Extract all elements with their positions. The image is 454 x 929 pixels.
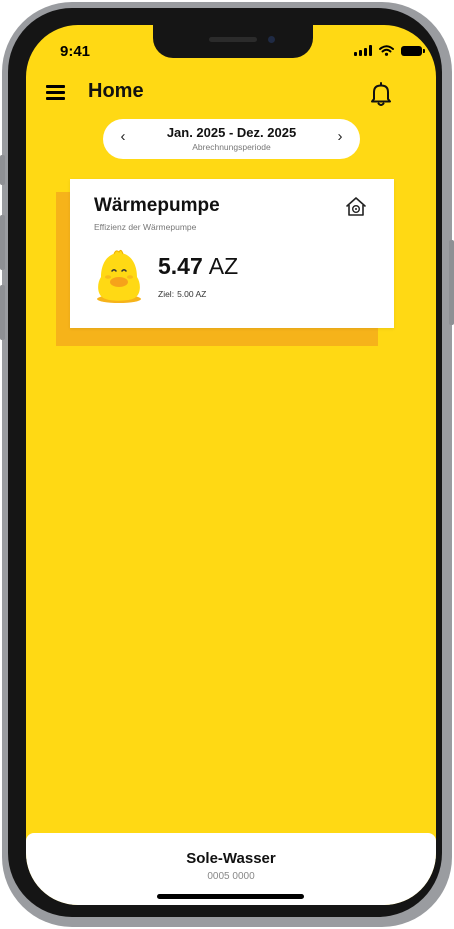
phone-silent-switch: [0, 155, 5, 185]
bottom-device-panel[interactable]: Sole-Wasser 0005 0000: [26, 833, 436, 905]
phone-power-button: [449, 240, 454, 325]
card-subtitle: Effizienz der Wärmepumpe: [94, 222, 197, 232]
battery-icon: [401, 45, 425, 56]
status-icons: [354, 45, 425, 56]
hamburger-menu-icon[interactable]: [46, 85, 66, 100]
efficiency-unit: AZ: [208, 253, 239, 279]
period-range: Jan. 2025 - Dez. 2025: [166, 125, 297, 140]
signal-icon: [354, 45, 372, 56]
efficiency-value: 5.47 AZ: [158, 253, 238, 280]
period-label: Abrechnungsperiode: [192, 142, 271, 152]
notch: [153, 25, 313, 58]
phone-volume-up: [0, 215, 5, 270]
period-selector: ‹ Jan. 2025 - Dez. 2025 Abrechnungsperio…: [103, 119, 360, 159]
heat-pump-card[interactable]: Wärmepumpe Effizienz der Wärmepumpe 5.47…: [70, 179, 394, 328]
device-type: Sole-Wasser: [186, 850, 276, 867]
phone-volume-down: [0, 285, 5, 340]
efficiency-number: 5.47: [158, 253, 203, 279]
wifi-icon: [379, 45, 394, 56]
page-title: Home: [88, 80, 144, 102]
house-settings-icon[interactable]: [344, 195, 368, 219]
duck-mascot-icon: [97, 249, 141, 303]
front-camera: [268, 36, 275, 43]
target-value: 5.00 AZ: [177, 289, 207, 299]
device-number: 0005 0000: [207, 871, 255, 882]
speaker: [209, 37, 257, 42]
target-label: Ziel:: [158, 289, 175, 299]
efficiency-target: Ziel: 5.00 AZ: [158, 289, 206, 299]
card-title: Wärmepumpe: [94, 195, 220, 216]
home-indicator[interactable]: [157, 894, 304, 899]
bell-icon[interactable]: [369, 81, 393, 107]
status-time: 9:41: [60, 43, 91, 60]
app-screen: 9:41 Home ‹ Jan. 2025 - Dez. 2025 Abrech…: [26, 25, 436, 905]
next-period-button[interactable]: ›: [332, 128, 348, 145]
